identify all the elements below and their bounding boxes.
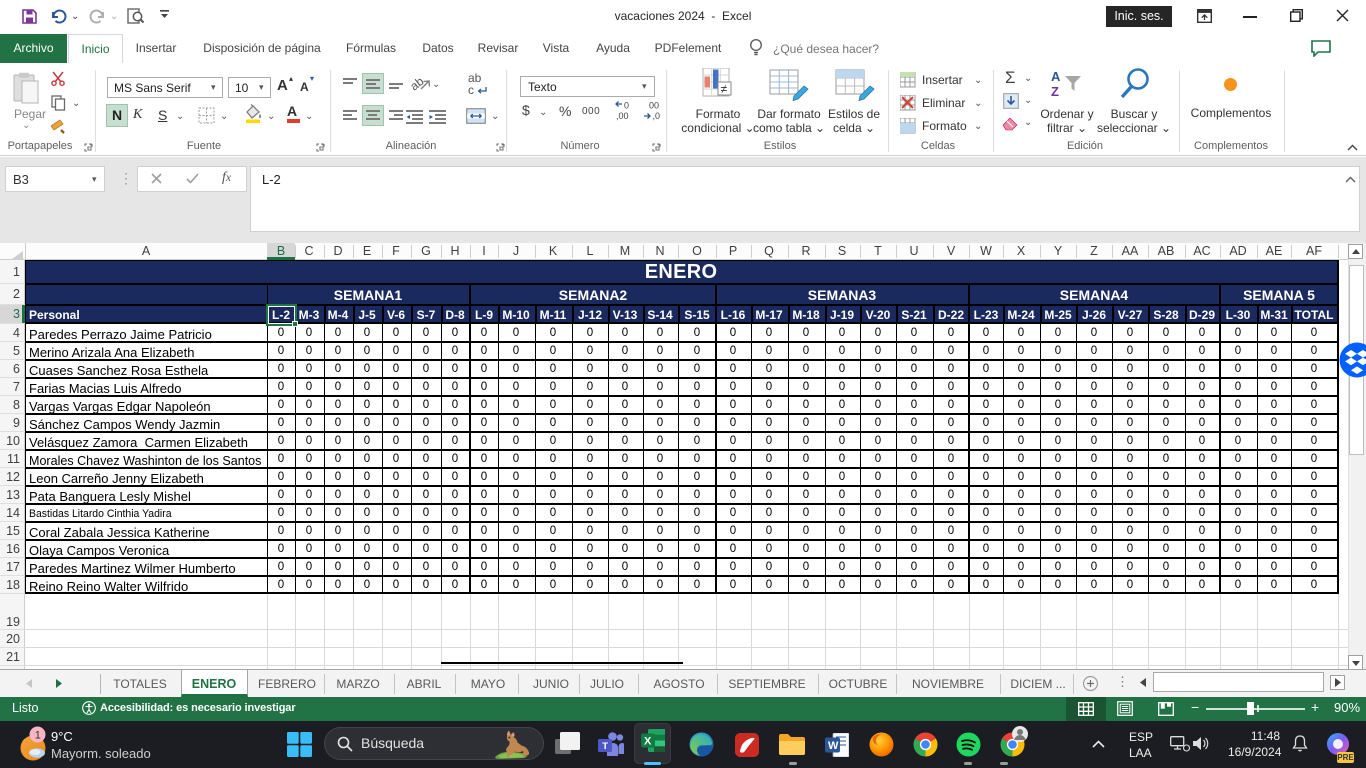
svg-text:A: A <box>1051 69 1061 84</box>
svg-text:T: T <box>602 741 608 752</box>
svg-text:Z: Z <box>1051 84 1059 99</box>
svg-text:W: W <box>828 740 839 752</box>
svg-text:,00: ,00 <box>616 111 629 121</box>
svg-text:,0: ,0 <box>653 111 661 121</box>
svg-text:0: 0 <box>624 101 629 111</box>
svg-text:ab: ab <box>411 74 427 92</box>
svg-text:1: 1 <box>35 730 41 742</box>
svg-text:≠: ≠ <box>721 82 728 96</box>
svg-text:X: X <box>644 736 652 748</box>
svg-text:00: 00 <box>649 101 659 111</box>
